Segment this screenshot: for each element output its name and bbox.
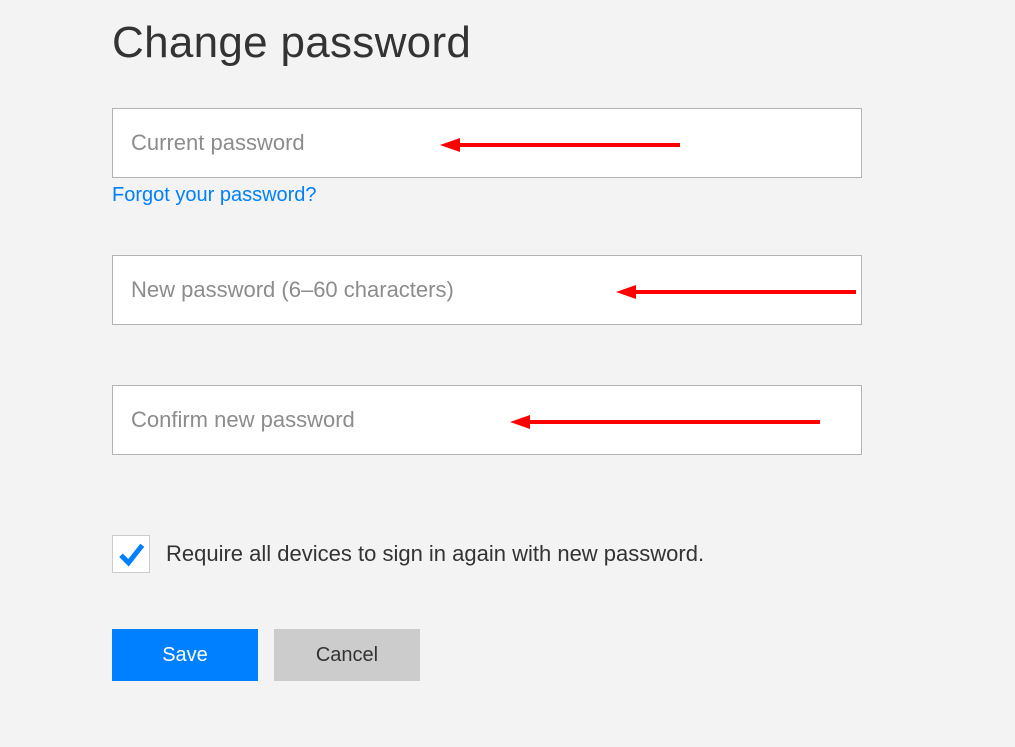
new-password-input[interactable]	[112, 255, 862, 325]
forgot-password-link[interactable]: Forgot your password?	[112, 184, 317, 207]
new-password-block	[112, 255, 903, 325]
button-row: Save Cancel	[112, 629, 903, 681]
current-password-input[interactable]	[112, 108, 862, 178]
confirm-password-input[interactable]	[112, 385, 862, 455]
page-title: Change password	[112, 18, 903, 68]
require-signin-row: Require all devices to sign in again wit…	[112, 535, 903, 573]
save-button[interactable]: Save	[112, 629, 258, 681]
confirm-password-block	[112, 385, 903, 455]
cancel-button[interactable]: Cancel	[274, 629, 420, 681]
require-signin-checkbox[interactable]	[112, 535, 150, 573]
current-password-block	[112, 108, 903, 178]
require-signin-label: Require all devices to sign in again wit…	[166, 541, 704, 567]
checkmark-icon	[116, 539, 146, 569]
